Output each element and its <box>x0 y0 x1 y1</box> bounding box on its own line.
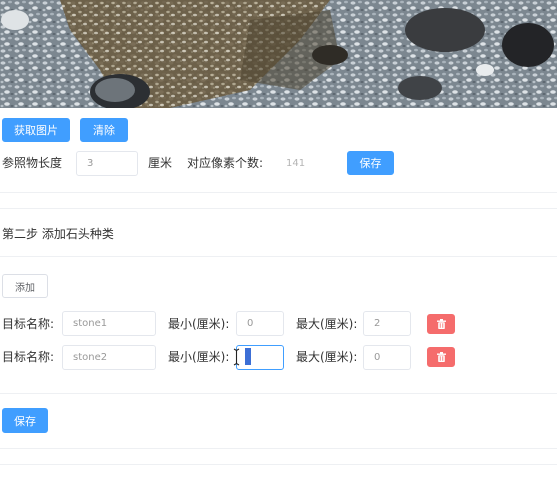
min-size-label: 最小(厘米): <box>168 317 230 331</box>
text-cursor-icon <box>233 348 240 366</box>
max-size-input[interactable]: 0 <box>363 345 411 370</box>
trash-icon <box>436 352 446 362</box>
ref-length-input[interactable]: 3 <box>76 151 138 176</box>
delete-row-button[interactable] <box>427 347 455 367</box>
pixel-count-label: 对应像素个数: <box>187 156 264 170</box>
fetch-image-button[interactable]: 获取图片 <box>2 118 70 142</box>
gravel-stones-photo <box>0 0 557 108</box>
text-selection-highlight <box>245 348 251 365</box>
max-size-input[interactable]: 2 <box>363 311 411 336</box>
delete-row-button[interactable] <box>427 314 455 334</box>
page: 获取图片 清除 参照物长度 3 厘米 对应像素个数: 141 保存 第二步 添加… <box>0 0 557 485</box>
target-name-input[interactable]: stone1 <box>62 311 156 336</box>
ref-length-label: 参照物长度 <box>2 156 63 170</box>
save-stone-types-button[interactable]: 保存 <box>2 408 48 433</box>
target-name-label: 目标名称: <box>2 350 55 364</box>
save-ref-button[interactable]: 保存 <box>347 151 394 175</box>
divider <box>0 393 557 394</box>
step2-title: 第二步 添加石头种类 <box>2 227 114 241</box>
min-size-input[interactable]: 0 <box>236 311 284 336</box>
min-size-label: 最小(厘米): <box>168 350 230 364</box>
pixel-count-value: 141 <box>286 158 306 169</box>
target-name-input[interactable]: stone2 <box>62 345 156 370</box>
stone-photo <box>0 0 557 108</box>
add-stone-type-button[interactable]: 添加 <box>2 274 48 298</box>
trash-icon <box>436 319 446 329</box>
max-size-label: 最大(厘米): <box>296 350 358 364</box>
max-size-label: 最大(厘米): <box>296 317 358 331</box>
unit-label: 厘米 <box>148 156 173 170</box>
min-size-input[interactable]: 0 <box>236 345 284 370</box>
divider <box>0 464 557 465</box>
target-name-label: 目标名称: <box>2 317 55 331</box>
divider <box>0 208 557 209</box>
divider <box>0 192 557 193</box>
divider <box>0 448 557 449</box>
clear-button[interactable]: 清除 <box>80 118 128 142</box>
divider <box>0 256 557 257</box>
